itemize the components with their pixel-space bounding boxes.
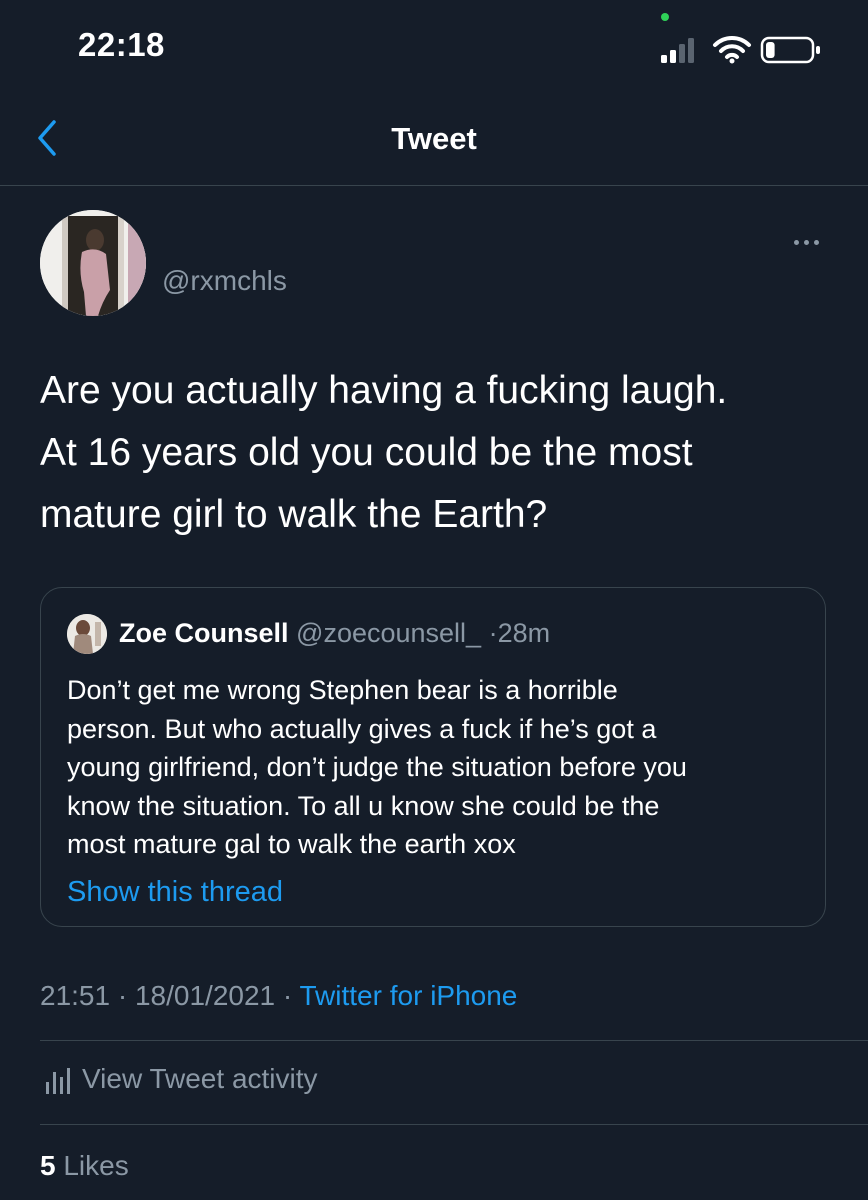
- quoted-author-name: Zoe Counsell: [119, 618, 289, 648]
- meta-separator: ·: [282, 980, 293, 1011]
- likes-label: Likes: [63, 1150, 129, 1181]
- divider: [40, 1040, 868, 1041]
- author-avatar[interactable]: [40, 210, 146, 316]
- quoted-text-line: most mature gal to walk the earth xox: [67, 829, 516, 859]
- wifi-icon: [712, 34, 752, 64]
- tweet-text-line: mature girl to walk the Earth?: [40, 493, 548, 536]
- bar-chart-icon: [46, 1068, 70, 1094]
- quoted-author-handle: @zoecounsell_: [296, 618, 482, 648]
- tweet-time: 21:51: [40, 980, 111, 1011]
- meta-separator: ·: [117, 980, 128, 1011]
- author-handle[interactable]: @rxmchls: [162, 265, 287, 297]
- quoted-text-line: Don’t get me wrong Stephen bear is a hor…: [67, 675, 618, 705]
- page-title: Tweet: [391, 121, 477, 156]
- tweet-text-line: At 16 years old you could be the most: [40, 431, 693, 474]
- quoted-text-line: person. But who actually gives a fuck if…: [67, 713, 657, 744]
- status-time: 22:18: [78, 26, 165, 63]
- quoted-separator: ·: [488, 618, 498, 648]
- likes-count-link[interactable]: 5 Likes: [40, 1150, 129, 1182]
- quoted-author-avatar: [67, 614, 107, 654]
- quoted-text-line: young girlfriend, don’t judge the situat…: [67, 752, 687, 782]
- tweet-meta: 21:51 · 18/01/2021 · Twitter for iPhone: [40, 980, 517, 1012]
- cellular-signal-icon: [661, 37, 701, 63]
- tweet-text-line: Are you actually having a fucking laugh.: [40, 369, 728, 412]
- tweet-text: Are you actually having a fucking laugh.…: [40, 360, 840, 546]
- header-divider: [0, 185, 868, 186]
- quoted-tweet-header: Zoe Counsell @zoecounsell_ ·28m: [119, 618, 550, 649]
- quoted-time: 28m: [497, 618, 551, 648]
- quoted-tweet-text: Don’t get me wrong Stephen bear is a hor…: [67, 671, 817, 864]
- more-options-icon[interactable]: [790, 236, 826, 250]
- mic-indicator-dot: [661, 13, 669, 21]
- divider: [40, 1124, 868, 1125]
- likes-count: 5: [40, 1150, 56, 1181]
- show-thread-link[interactable]: Show this thread: [67, 876, 283, 909]
- quoted-text-line: know the situation. To all u know she co…: [67, 790, 660, 821]
- battery-icon: [760, 35, 822, 65]
- view-tweet-activity-label: View Tweet activity: [82, 1063, 318, 1094]
- tweet-date: 18/01/2021: [134, 980, 276, 1011]
- tweet-source-link[interactable]: Twitter for iPhone: [300, 980, 518, 1011]
